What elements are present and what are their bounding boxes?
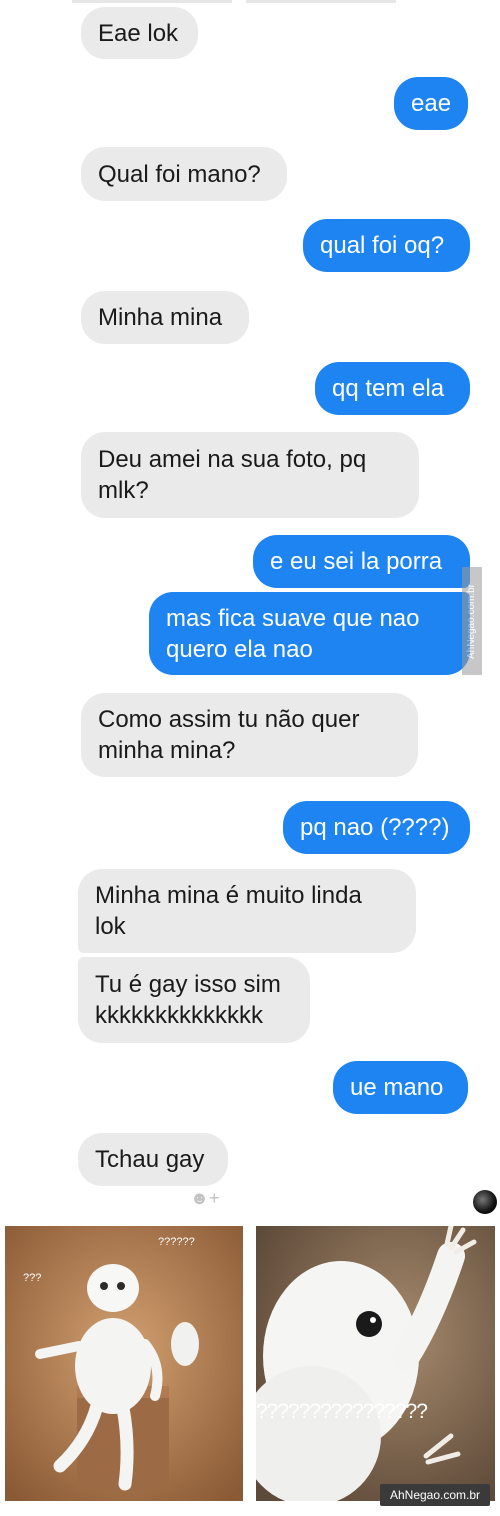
- message-outgoing[interactable]: mas fica suave que nao quero ela nao: [149, 592, 470, 675]
- message-incoming[interactable]: Como assim tu não quer minha mina?: [81, 693, 418, 777]
- message-incoming[interactable]: Qual foi mano?: [81, 147, 287, 201]
- message-incoming[interactable]: Tchau gay: [78, 1133, 228, 1186]
- message-incoming[interactable]: Deu amei na sua foto, pq mlk?: [81, 432, 419, 518]
- watermark-side: AhNegao.com.br: [462, 567, 482, 675]
- divider: [72, 0, 232, 3]
- message-outgoing[interactable]: e eu sei la porra: [253, 535, 470, 588]
- message-incoming[interactable]: Minha mina: [81, 291, 249, 344]
- message-outgoing[interactable]: ue mano: [333, 1061, 468, 1114]
- question-marks-large: ????????????????: [256, 1400, 428, 1423]
- smiley-plus-icon[interactable]: ☻+: [190, 1187, 226, 1209]
- divider: [246, 0, 396, 3]
- seen-avatar: [473, 1190, 497, 1214]
- message-outgoing[interactable]: qq tem ela: [315, 362, 470, 415]
- chat-thread: Eae lok eae Qual foi mano? qual foi oq? …: [0, 0, 500, 1218]
- message-outgoing[interactable]: pq nao (????): [283, 801, 470, 854]
- message-incoming[interactable]: Minha mina é muito linda lok: [78, 869, 416, 953]
- persian-cat-illustration: [5, 1226, 243, 1501]
- meme-image-right: ????????????????: [256, 1226, 495, 1501]
- watermark-bottom: AhNegao.com.br: [380, 1484, 490, 1506]
- message-incoming[interactable]: Eae lok: [81, 7, 198, 59]
- meme-image-left: ??? ??????: [5, 1226, 243, 1501]
- question-marks-top: ??????: [158, 1236, 195, 1248]
- message-outgoing[interactable]: eae: [394, 77, 468, 130]
- question-marks-small: ???: [23, 1272, 42, 1284]
- persian-cat-closeup: [256, 1226, 495, 1501]
- message-incoming[interactable]: Tu é gay isso sim kkkkkkkkkkkkkk: [78, 957, 310, 1043]
- message-outgoing[interactable]: qual foi oq?: [303, 219, 470, 272]
